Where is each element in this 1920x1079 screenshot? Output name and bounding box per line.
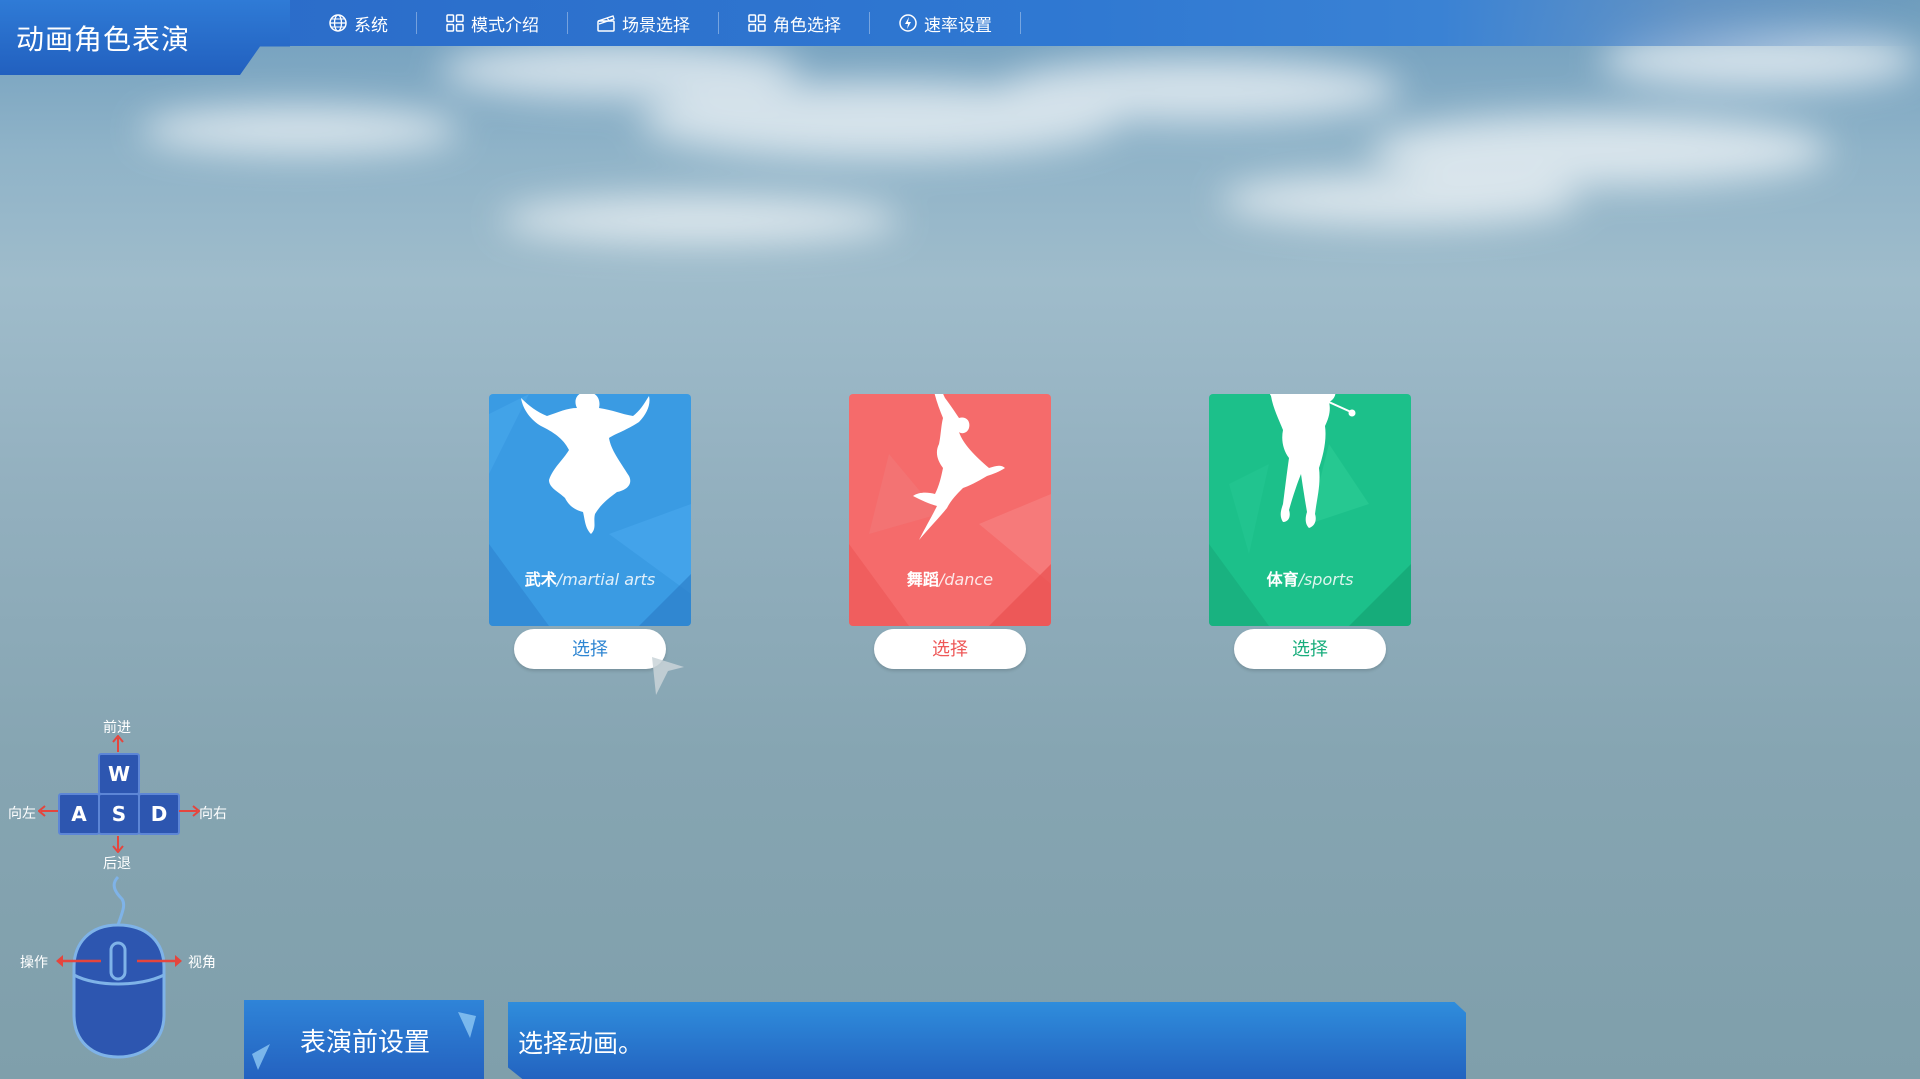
martial-arts-figure-icon xyxy=(521,394,650,534)
nav-label: 角色选择 xyxy=(773,15,841,36)
select-martial-arts-button[interactable]: 选择 xyxy=(514,629,666,669)
top-nav: 系统 模式介绍 场景选择 角色选择 速率设置 xyxy=(300,0,1021,46)
key-w: W xyxy=(98,753,140,795)
key-s: S xyxy=(98,793,140,835)
nav-item-speed-settings[interactable]: 速率设置 xyxy=(870,0,1020,46)
right-label: 向右 xyxy=(199,806,227,822)
app-title: 动画角色表演 xyxy=(16,23,191,56)
cursor-icon xyxy=(652,657,684,695)
view-label: 视角 xyxy=(188,955,216,971)
message-panel: 选择动画。 xyxy=(508,1002,1466,1079)
nav-item-system[interactable]: 系统 xyxy=(300,0,416,46)
card-label: 体育/sports xyxy=(1209,566,1411,590)
forward-label: 前进 xyxy=(103,720,131,736)
card-dance[interactable]: 舞蹈/dance xyxy=(849,394,1051,626)
nav-label: 场景选择 xyxy=(622,15,690,36)
card-label: 舞蹈/dance xyxy=(849,566,1051,590)
grid-icon xyxy=(748,14,766,32)
card-sports[interactable]: 体育/sports xyxy=(1209,394,1411,626)
corner-accent-icon xyxy=(252,1044,270,1070)
nav-item-mode-intro[interactable]: 模式介绍 xyxy=(417,0,567,46)
left-label: 向左 xyxy=(8,806,36,822)
operate-label: 操作 xyxy=(20,955,48,971)
card-label: 武术/martial arts xyxy=(489,566,691,590)
select-dance-button[interactable]: 选择 xyxy=(874,629,1026,669)
golfer-figure-icon xyxy=(1269,394,1356,528)
card-title-cn: 武术 xyxy=(524,570,557,589)
card-title-cn: 体育 xyxy=(1266,570,1299,589)
key-a: A xyxy=(58,793,100,835)
key-d: D xyxy=(138,793,180,835)
pre-performance-title: 表演前设置 xyxy=(300,1028,431,1058)
grid-icon xyxy=(446,14,464,32)
nav-label: 模式介绍 xyxy=(471,15,539,36)
nav-item-scene-select[interactable]: 场景选择 xyxy=(568,0,718,46)
card-title-en: /martial arts xyxy=(556,570,656,589)
dance-figure-icon xyxy=(913,394,1005,540)
lightning-icon xyxy=(899,14,917,32)
back-label: 后退 xyxy=(103,856,131,872)
select-sports-button[interactable]: 选择 xyxy=(1234,629,1386,669)
card-title-en: /dance xyxy=(938,570,994,589)
arrow-right-icon xyxy=(179,805,200,817)
clapperboard-icon xyxy=(597,15,615,32)
corner-accent-icon xyxy=(458,1012,476,1038)
arrow-left-icon xyxy=(38,805,59,817)
globe-icon xyxy=(329,14,347,32)
card-title-cn: 舞蹈 xyxy=(906,570,939,589)
arrow-down-icon xyxy=(112,836,124,853)
card-title-en: /sports xyxy=(1298,570,1354,589)
nav-label: 速率设置 xyxy=(924,15,992,36)
arrow-up-icon xyxy=(112,735,124,752)
title-tab: 动画角色表演 xyxy=(0,0,290,75)
nav-divider xyxy=(1020,12,1021,34)
arrow-right-icon xyxy=(137,955,182,967)
card-martial-arts[interactable]: 武术/martial arts xyxy=(489,394,691,626)
nav-item-character-select[interactable]: 角色选择 xyxy=(719,0,869,46)
arrow-left-icon xyxy=(56,955,101,967)
pre-performance-settings-panel[interactable]: 表演前设置 xyxy=(244,1000,484,1079)
message-text: 选择动画。 xyxy=(518,1029,644,1058)
keyboard-controls: 前进 W 向左 A S D 向右 后退 xyxy=(0,715,240,875)
nav-label: 系统 xyxy=(354,15,388,36)
